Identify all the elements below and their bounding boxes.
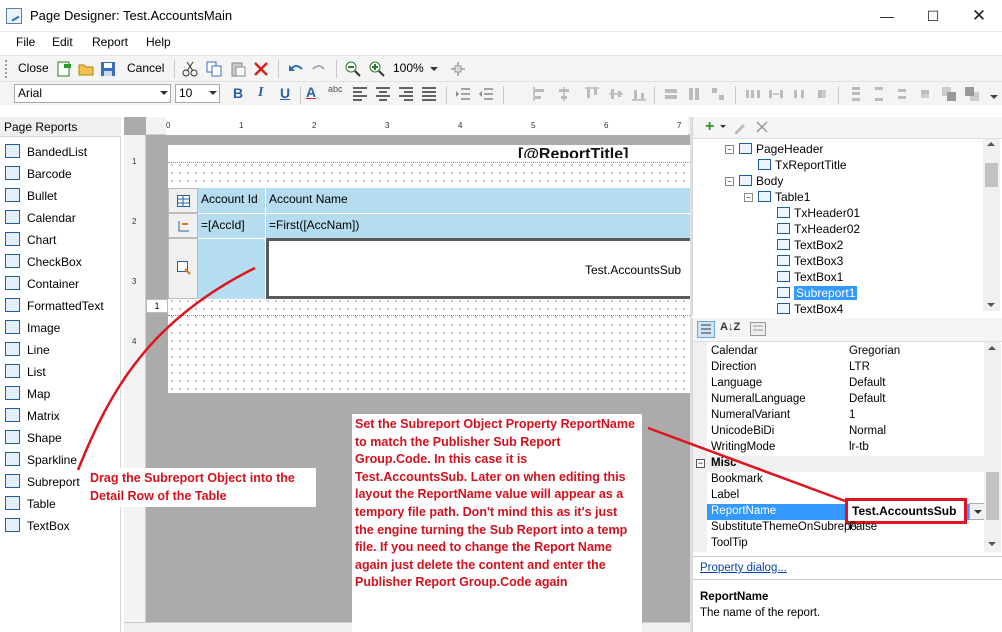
drag-subreport-note: Drag the Subreport Object into the Detai…	[87, 468, 316, 508]
reportname-note: Set the Subreport Object Property Report…	[352, 414, 642, 632]
drag-arrow	[76, 266, 256, 471]
property-arrow	[647, 426, 846, 503]
